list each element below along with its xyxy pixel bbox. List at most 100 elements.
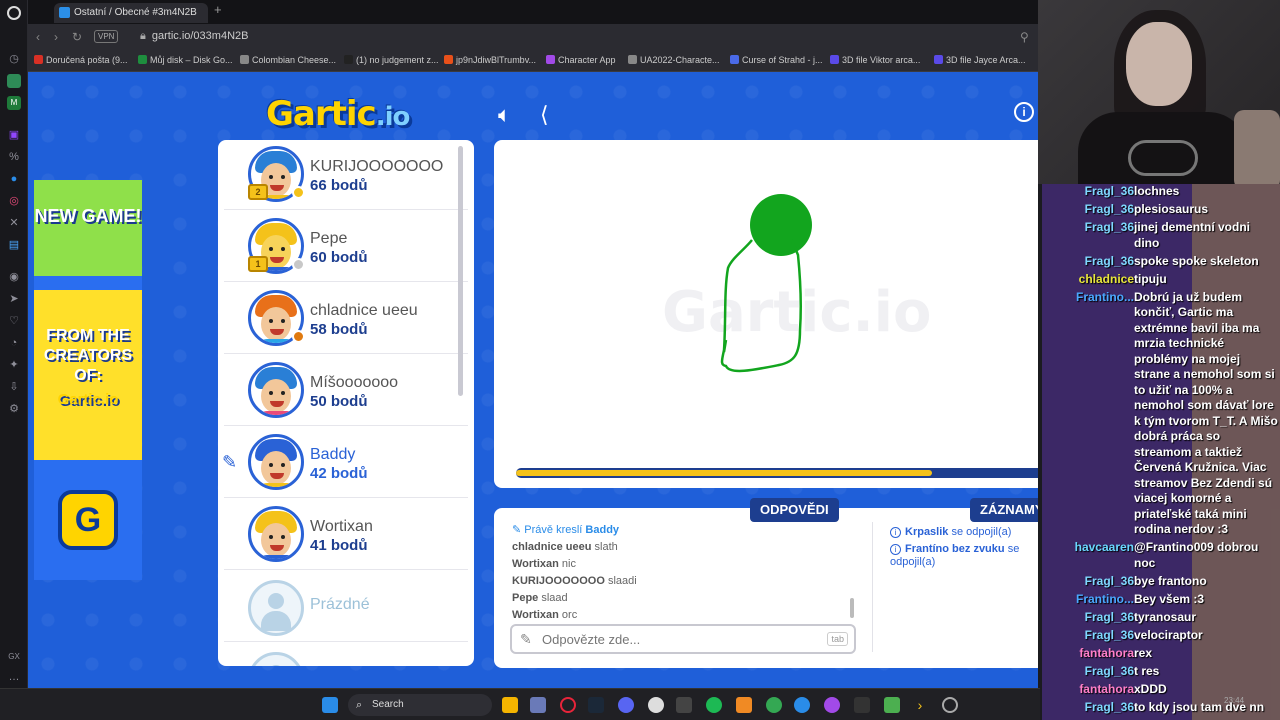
player-score: 66 bodů: [310, 177, 368, 194]
back-icon[interactable]: ‹: [36, 30, 40, 44]
share-icon[interactable]: ⟨: [540, 102, 549, 128]
percent-icon[interactable]: %: [7, 150, 21, 164]
tab-title: Ostatní / Obecné #3m4N2B: [74, 7, 197, 18]
pin-icon[interactable]: ⚲: [1020, 30, 1029, 44]
history-icon[interactable]: ◔: [7, 336, 21, 350]
app-icon[interactable]: [676, 697, 692, 713]
app-icon[interactable]: [942, 697, 958, 713]
bookmark-item[interactable]: Colombian Cheese...: [240, 55, 336, 65]
chat-text: velociraptor: [1134, 627, 1203, 642]
trophy-icon: 1: [248, 256, 268, 272]
url-field[interactable]: 🔒︎ gartic.io/033m4N2B: [140, 30, 248, 43]
player-card[interactable]: 2 KURIJOOOOOOO 66 bodů: [224, 140, 468, 210]
clock: 23:44: [1224, 696, 1245, 705]
send-icon[interactable]: ➤: [7, 292, 21, 306]
bookmark-item[interactable]: UA2022-Characte...: [628, 55, 720, 65]
player-card[interactable]: Wortixan 41 bodů: [224, 500, 468, 570]
settings-icon[interactable]: ⚙: [7, 402, 21, 416]
forward-icon[interactable]: ›: [54, 30, 58, 44]
x-icon[interactable]: ✕: [7, 216, 21, 230]
player-list-scrollbar[interactable]: [458, 146, 463, 396]
vlc-icon[interactable]: [736, 697, 752, 713]
chat-text: tyranosaur: [1134, 609, 1197, 624]
reload-icon[interactable]: ↻: [72, 30, 82, 44]
app-icon[interactable]: [854, 697, 870, 713]
messenger-icon[interactable]: [824, 697, 840, 713]
info-icon[interactable]: i: [1014, 102, 1034, 122]
player-card[interactable]: 1 Pepe 60 bodů: [224, 212, 468, 282]
more-icon[interactable]: …: [7, 670, 21, 684]
app-icon[interactable]: [7, 74, 21, 88]
chat-username: Fragl_36: [1084, 202, 1134, 216]
steam-icon[interactable]: [588, 697, 604, 713]
bookmark-item[interactable]: 3D file Jayce Arca...: [934, 55, 1026, 65]
instagram-icon[interactable]: ◎: [7, 194, 21, 208]
vpn-badge[interactable]: VPN: [94, 30, 119, 43]
messenger-app-icon[interactable]: M: [7, 96, 21, 110]
ad-badge: G: [58, 490, 118, 550]
bookmark-item[interactable]: 3D file Viktor arca...: [830, 55, 920, 65]
opera-gx-icon[interactable]: [560, 697, 576, 713]
bookmark-item[interactable]: Character App: [546, 55, 616, 65]
messenger-icon[interactable]: ●: [7, 172, 21, 186]
new-tab-button[interactable]: +: [214, 2, 222, 17]
taskbar-search[interactable]: ⌕ Search: [348, 694, 492, 716]
player-score: 41 bodů: [310, 537, 368, 554]
windows-start-icon[interactable]: [322, 697, 338, 713]
answer-item: KURIJOOOOOOO slaadi: [512, 575, 637, 587]
player-card[interactable]: Míšooooooo 50 bodů: [224, 356, 468, 426]
advertisement-banner[interactable]: NEW GAME! FROM THE CREATORS OF: Gartic.i…: [34, 180, 142, 580]
app-icon[interactable]: [530, 697, 546, 713]
chat-username: Fragl_36: [1084, 627, 1134, 642]
player-card[interactable]: chladnice ueeu 58 bodů: [224, 284, 468, 354]
drawing-canvas[interactable]: Gartic.io: [494, 140, 1038, 488]
chrome-icon[interactable]: [766, 697, 782, 713]
downloads-icon[interactable]: ⇩: [7, 380, 21, 394]
app-icon[interactable]: ›: [912, 697, 928, 713]
answer-item: Wortixan nic: [512, 558, 576, 570]
status-dot: [292, 258, 305, 271]
bookmark-item[interactable]: jp9nJdiwBlTrumbv...: [444, 55, 536, 65]
chat-text: Bey všem :3: [1134, 591, 1205, 606]
answer-input[interactable]: [540, 629, 810, 649]
extensions-icon[interactable]: ✦: [7, 358, 21, 372]
app-icon[interactable]: [794, 697, 810, 713]
drawing: [720, 194, 812, 373]
chat-username: Fragl_36: [1084, 609, 1134, 624]
chat-text: @Frantino009 dobrou noc: [1134, 540, 1259, 570]
bookmark-item[interactable]: Curse of Strahd - j...: [730, 55, 823, 65]
speed-dial-icon[interactable]: ◷: [7, 52, 21, 66]
empty-slot[interactable]: Prázdné: [224, 572, 468, 642]
player-icon[interactable]: ◉: [7, 270, 21, 284]
opera-logo-icon[interactable]: [7, 6, 21, 20]
answer-field[interactable]: ✎ tab: [510, 624, 856, 654]
app-icon-2[interactable]: ▤: [7, 238, 21, 252]
player-card-drawing[interactable]: ✎ Baddy 42 bodů: [222, 428, 468, 498]
chat-username: Fragl_36: [1084, 573, 1134, 588]
gx-icon[interactable]: GX: [7, 650, 21, 664]
stream-chat: Fragl_36 lochnes Fragl_36 plesiosaurus Fragl…: [1042, 184, 1280, 720]
bookmark-item[interactable]: (1) no judgement z...: [344, 55, 439, 65]
browser-tab[interactable]: Ostatní / Obecné #3m4N2B: [54, 3, 208, 23]
obs-icon[interactable]: [648, 697, 664, 713]
bookmark-item[interactable]: Můj disk – Disk Go...: [138, 55, 233, 65]
bookmark-item[interactable]: Doručená pošta (9...: [34, 55, 128, 65]
tab-answers[interactable]: ODPOVĚDI: [750, 498, 839, 522]
tab-records[interactable]: ZÁZNAMY: [970, 498, 1038, 522]
minecraft-icon[interactable]: [884, 697, 900, 713]
file-explorer-icon[interactable]: [502, 697, 518, 713]
answers-panel: ODPOVĚDI ZÁZNAMY ✎ Právě kreslí Baddy ch…: [494, 498, 1038, 668]
sound-muted-icon[interactable]: 🔈︎: [498, 102, 511, 128]
url-text: gartic.io/033m4N2B: [151, 30, 249, 42]
gartic-logo[interactable]: Gartic.io: [266, 94, 410, 134]
answers-scrollbar[interactable]: [850, 598, 854, 618]
empty-slot[interactable]: [224, 644, 468, 666]
heart-icon[interactable]: ♡: [7, 314, 21, 328]
bookmarks-bar: Doručená pošta (9... Můj disk – Disk Go.…: [28, 50, 1038, 72]
discord-icon[interactable]: [618, 697, 634, 713]
empty-avatar-icon: [248, 580, 304, 636]
twitch-icon[interactable]: ▣: [7, 128, 21, 142]
player-name: Míšooooooo: [310, 374, 399, 391]
chat-username: Frantino...: [1076, 289, 1134, 304]
spotify-icon[interactable]: [706, 697, 722, 713]
